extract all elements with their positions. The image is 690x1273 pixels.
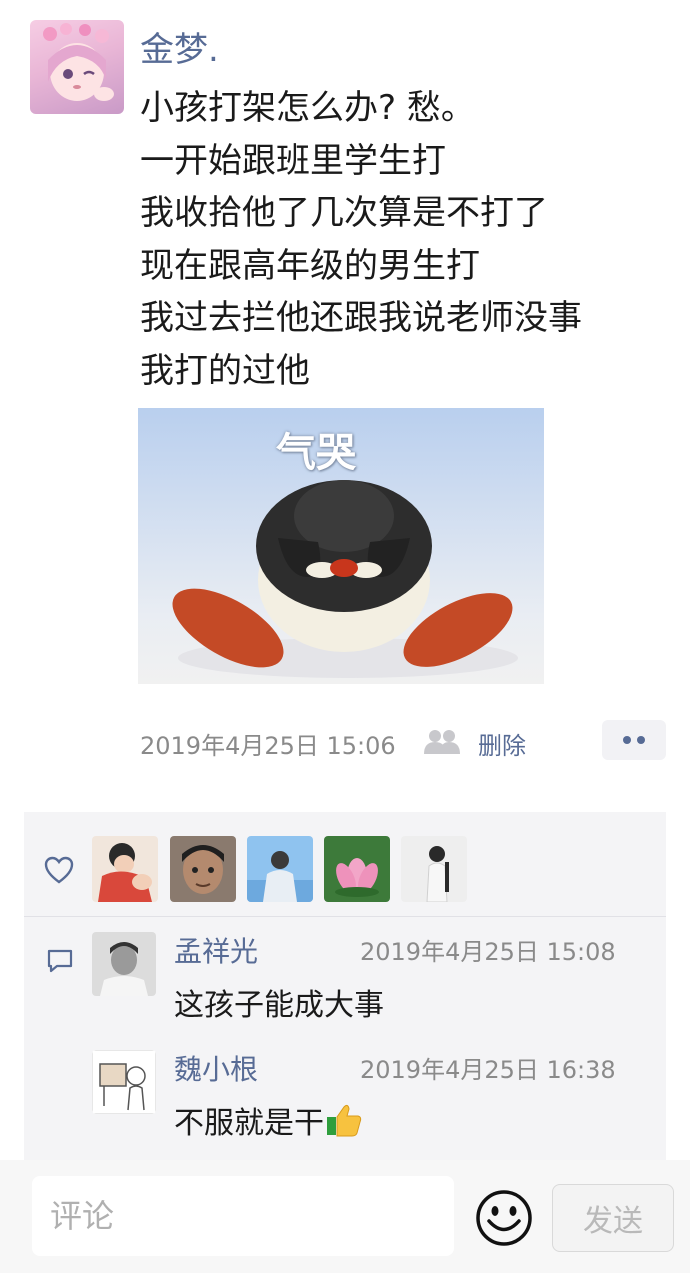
post-timestamp: 2019年4月25日 15:06 — [140, 732, 396, 760]
more-dot-icon — [637, 736, 645, 744]
commenter-avatar[interactable] — [92, 1050, 156, 1114]
post-text-line: 我过去拦他还跟我说老师没事 — [140, 298, 582, 338]
liker-avatar[interactable] — [92, 836, 158, 902]
comment-text-row: 不服就是干 — [174, 1098, 362, 1142]
liker-avatar[interactable] — [401, 836, 467, 902]
comment-text: 不服就是干 — [174, 1106, 324, 1141]
sticker-caption: 气哭 — [276, 430, 356, 476]
panel-divider — [24, 916, 666, 917]
post-sticker-image[interactable]: 气哭 — [138, 408, 544, 684]
emoji-smile-icon[interactable] — [474, 1188, 534, 1248]
post-text-line: 小孩打架怎么办? 愁。 — [140, 88, 475, 128]
visibility-people-icon — [424, 730, 460, 754]
post-text-line: 我打的过他 — [140, 350, 310, 391]
send-button[interactable]: 发送 — [552, 1184, 674, 1252]
comment-bubble-icon — [47, 949, 73, 973]
commenter-name[interactable]: 孟祥光 — [174, 930, 258, 970]
post-text: 小孩打架怎么办? 愁。 一开始跟班里学生打 我收拾他了几次算是不打了 现在跟高年… — [140, 82, 670, 397]
post-text-line: 一开始跟班里学生打 — [140, 140, 446, 181]
more-actions-button[interactable] — [602, 720, 666, 760]
commenter-avatar[interactable] — [92, 932, 156, 996]
more-dot-icon — [623, 736, 631, 744]
comment-timestamp: 2019年4月25日 16:38 — [360, 1056, 616, 1084]
delete-link[interactable]: 删除 — [478, 726, 526, 761]
liker-avatar[interactable] — [170, 836, 236, 902]
author-avatar[interactable] — [30, 20, 124, 114]
thumbs-up-emoji-icon — [327, 1104, 362, 1137]
author-name[interactable]: 金梦. — [140, 22, 219, 71]
commenter-name[interactable]: 魏小根 — [174, 1048, 258, 1088]
liker-avatar[interactable] — [247, 836, 313, 902]
comment-timestamp: 2019年4月25日 15:08 — [360, 938, 616, 966]
heart-outline-icon — [44, 856, 74, 884]
post-text-line: 我收拾他了几次算是不打了 — [140, 193, 548, 233]
liker-avatar[interactable] — [324, 836, 390, 902]
comment-text: 这孩子能成大事 — [174, 988, 384, 1023]
comment-input[interactable] — [32, 1176, 454, 1256]
post-text-line: 现在跟高年级的男生打 — [140, 245, 480, 286]
